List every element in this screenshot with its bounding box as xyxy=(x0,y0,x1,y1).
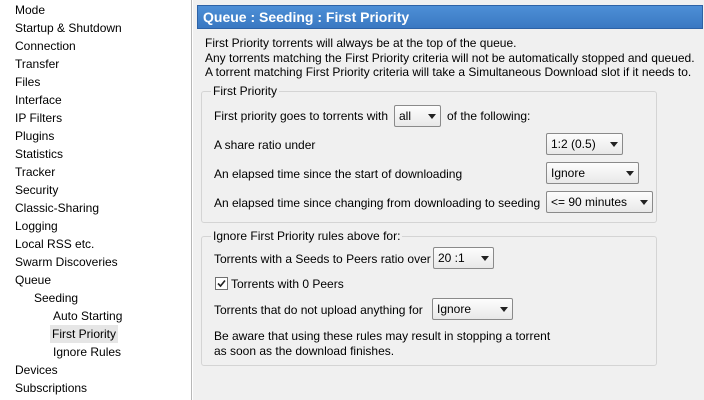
no-upload-label: Torrents that do not upload anything for xyxy=(214,303,423,317)
tree-item-seeding[interactable]: Seeding xyxy=(32,289,80,307)
zero-peers-label: Torrents with 0 Peers xyxy=(231,277,344,291)
intro-line-2: Any torrents matching the First Priority… xyxy=(205,51,695,65)
goes-to-suffix-label: of the following: xyxy=(447,109,531,123)
goes-to-prefix-label: First priority goes to torrents with xyxy=(214,109,389,123)
tree-item-first-priority[interactable]: First Priority xyxy=(50,325,118,343)
elapsed-seeding-value: <= 90 minutes xyxy=(551,195,628,209)
chevron-down-icon xyxy=(428,106,436,126)
tree-item-classic-sharing[interactable]: Classic-Sharing xyxy=(13,199,101,217)
tree-item-ip-filters[interactable]: IP Filters xyxy=(13,109,64,127)
tree-item-ignore-rules[interactable]: Ignore Rules xyxy=(51,343,123,361)
tree-item-local-rss[interactable]: Local RSS etc. xyxy=(13,235,96,253)
match-mode-select[interactable]: all xyxy=(394,105,441,127)
first-priority-group-title: First Priority xyxy=(211,84,279,98)
share-ratio-value: 1:2 (0.5) xyxy=(551,137,596,151)
settings-tree: Mode Startup & Shutdown Connection Trans… xyxy=(0,0,192,400)
tree-item-auto-starting[interactable]: Auto Starting xyxy=(51,307,124,325)
match-mode-value: all xyxy=(399,109,412,123)
tree-item-interface[interactable]: Interface xyxy=(13,91,64,109)
elapsed-seeding-select[interactable]: <= 90 minutes xyxy=(546,191,653,213)
seeds-peers-label: Torrents with a Seeds to Peers ratio ove… xyxy=(214,252,431,266)
elapsed-download-select[interactable]: Ignore xyxy=(546,162,639,184)
chevron-down-icon xyxy=(481,248,489,268)
warning-line-2: as soon as the download finishes. xyxy=(214,344,395,358)
elapsed-download-value: Ignore xyxy=(551,166,586,180)
page-title: Queue : Seeding : First Priority xyxy=(197,5,703,29)
intro-line-1: First Priority torrents will always be a… xyxy=(205,36,517,50)
tree-item-queue[interactable]: Queue xyxy=(13,271,53,289)
chevron-down-icon xyxy=(626,163,634,183)
tree-item-connection[interactable]: Connection xyxy=(13,37,78,55)
checkmark-icon xyxy=(217,279,226,288)
seeds-peers-value: 20 :1 xyxy=(438,251,465,265)
elapsed-seeding-label: An elapsed time since changing from down… xyxy=(214,196,541,210)
settings-panel: Queue : Seeding : First Priority First P… xyxy=(193,0,704,400)
tree-item-files[interactable]: Files xyxy=(13,73,42,91)
chevron-down-icon xyxy=(500,299,508,319)
chevron-down-icon xyxy=(640,192,648,212)
tree-item-startup-shutdown[interactable]: Startup & Shutdown xyxy=(13,19,124,37)
chevron-down-icon xyxy=(610,134,618,154)
tree-item-transfer[interactable]: Transfer xyxy=(13,55,61,73)
share-ratio-select[interactable]: 1:2 (0.5) xyxy=(546,133,623,155)
tree-item-security[interactable]: Security xyxy=(13,181,60,199)
tree-item-swarm-discoveries[interactable]: Swarm Discoveries xyxy=(13,253,120,271)
seeds-peers-select[interactable]: 20 :1 xyxy=(433,247,494,269)
share-ratio-label: A share ratio under xyxy=(214,138,316,152)
no-upload-value: Ignore xyxy=(437,302,472,316)
tree-item-logging[interactable]: Logging xyxy=(13,217,60,235)
tree-item-mode[interactable]: Mode xyxy=(13,1,47,19)
zero-peers-checkbox[interactable] xyxy=(215,277,228,290)
warning-line-1: Be aware that using these rules may resu… xyxy=(214,329,551,343)
elapsed-download-label: An elapsed time since the start of downl… xyxy=(214,167,463,181)
tree-item-plugins[interactable]: Plugins xyxy=(13,127,56,145)
no-upload-select[interactable]: Ignore xyxy=(432,298,513,320)
ignore-rules-group-title: Ignore First Priority rules above for: xyxy=(211,229,403,243)
tree-item-statistics[interactable]: Statistics xyxy=(13,145,65,163)
intro-line-3: A torrent matching First Priority criter… xyxy=(205,65,692,79)
tree-item-devices[interactable]: Devices xyxy=(13,361,60,379)
tree-item-subscriptions[interactable]: Subscriptions xyxy=(13,379,89,397)
tree-item-tracker[interactable]: Tracker xyxy=(13,163,57,181)
